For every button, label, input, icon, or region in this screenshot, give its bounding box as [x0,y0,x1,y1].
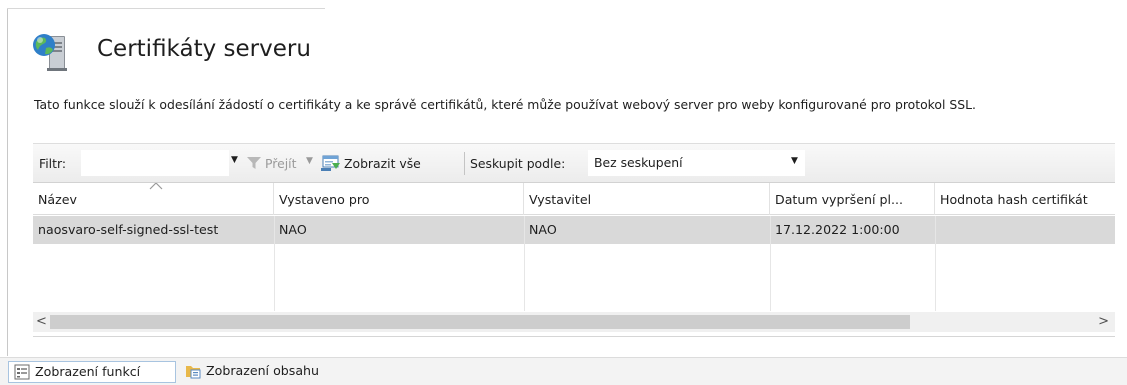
tab-label: Zobrazení funkcí [35,364,141,379]
content-view-icon [186,366,201,379]
go-dropdown-icon[interactable]: ▼ [306,156,313,166]
show-all-icon [321,155,340,171]
panel-top-border [7,8,325,9]
cell-name: naosvaro-self-signed-ssl-test [38,222,219,237]
column-divider [770,216,771,311]
view-switcher: Zobrazení funkcí Zobrazení obsahu [0,357,1127,385]
column-divider [524,216,525,311]
column-divider [274,216,275,311]
features-view-icon [14,364,30,380]
column-header-name[interactable]: Název [33,183,274,215]
cell-hash [935,216,1115,244]
cell-expiration: 17.12.2022 1:00:00 [775,222,900,237]
cell-issued-to: NAO [279,222,307,237]
column-header-hash[interactable]: Hodnota hash certifikát [935,183,1115,215]
scrollbar-thumb[interactable] [50,315,910,329]
column-header-issuer[interactable]: Vystavitel [524,183,770,215]
show-all-button[interactable]: Zobrazit vše [344,156,421,171]
tab-label: Zobrazení obsahu [206,363,320,378]
group-by-label: Seskupit podle: [470,156,566,171]
funnel-icon [247,157,261,169]
go-button[interactable]: Přejít [265,156,296,171]
page-description: Tato funkce slouží k odesílání žádostí o… [34,97,976,112]
column-header-label: Název [38,192,77,207]
scroll-left-icon[interactable]: < [36,314,47,329]
filter-input[interactable] [81,150,229,176]
panel-left-border [7,8,8,356]
filter-dropdown-icon[interactable]: ▼ [231,155,238,165]
server-certificates-page: Certifikáty serveru Tato funkce slouží k… [0,0,1127,385]
certificates-table: Název Vystaveno pro Vystavitel Datum vyp… [33,183,1115,337]
column-header-expiration[interactable]: Datum vypršení pl... [770,183,935,215]
chevron-down-icon[interactable]: ▼ [791,156,798,166]
group-by-select[interactable]: Bez seskupení [588,150,805,176]
filter-label: Filtr: [39,156,67,171]
column-divider [935,216,936,311]
column-header-issued-to[interactable]: Vystaveno pro [274,183,524,215]
page-title: Certifikáty serveru [97,36,311,62]
sort-ascending-icon [149,183,163,190]
scroll-right-icon[interactable]: > [1098,314,1109,329]
table-row[interactable]: naosvaro-self-signed-ssl-test NAO NAO 17… [33,216,1115,244]
horizontal-scrollbar[interactable]: < > [33,312,1115,332]
cell-issuer: NAO [529,222,557,237]
server-certificates-icon [33,34,67,71]
tab-features-view[interactable]: Zobrazení funkcí [8,361,176,383]
tab-content-view[interactable]: Zobrazení obsahu [180,361,360,383]
toolbar-separator [464,152,465,175]
table-header: Název Vystaveno pro Vystavitel Datum vyp… [33,183,1115,215]
filter-toolbar: Filtr: ▼ Přejít ▼ Zobrazit vše Seskupit … [33,143,1115,183]
